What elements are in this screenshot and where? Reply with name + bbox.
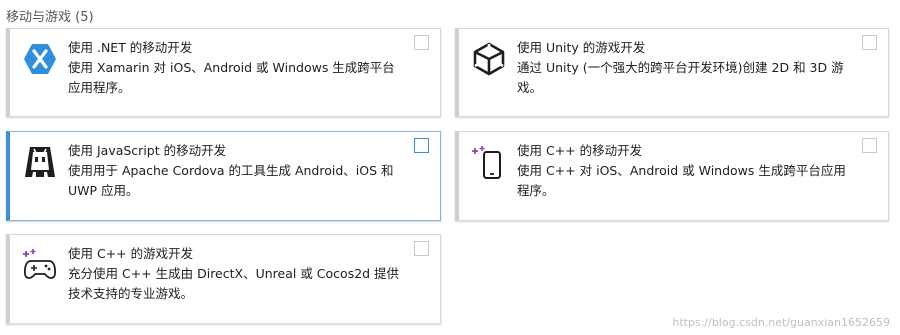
card-title: 使用 C++ 的游戏开发: [68, 246, 194, 261]
workload-checkbox[interactable]: [862, 35, 877, 50]
cordova-icon: [22, 144, 58, 180]
workload-card-unity-game[interactable]: 使用 Unity 的游戏开发 通过 Unity (一个强大的跨平台开发环境)创建…: [455, 28, 889, 117]
workload-card-cpp-game[interactable]: 使用 C++ 的游戏开发 充分使用 C++ 生成由 DirectX、Unreal…: [6, 234, 441, 324]
card-description: 通过 Unity (一个强大的跨平台开发环境)创建 2D 和 3D 游戏。: [517, 60, 844, 95]
card-description: 使用 Xamarin 对 iOS、Android 或 Windows 生成跨平台…: [68, 60, 395, 95]
workload-card-dotnet-mobile[interactable]: 使用 .NET 的移动开发 使用 Xamarin 对 iOS、Android 或…: [6, 28, 441, 117]
card-description: 使用用于 Apache Cordova 的工具生成 Android、iOS 和 …: [68, 163, 394, 198]
unity-icon: [471, 41, 507, 77]
section-title: 移动与游戏 (5): [6, 10, 94, 25]
card-title: 使用 JavaScript 的移动开发: [68, 143, 227, 158]
xamarin-icon: [22, 41, 58, 77]
workload-checkbox[interactable]: [414, 241, 429, 256]
card-description: 充分使用 C++ 生成由 DirectX、Unreal 或 Cocos2d 提供…: [68, 266, 400, 301]
card-title: 使用 .NET 的移动开发: [68, 40, 193, 55]
workload-checkbox[interactable]: [862, 138, 877, 153]
watermark: https://blog.csdn.net/guanxian1652659: [672, 316, 890, 329]
card-description: 使用 C++ 对 iOS、Android 或 Windows 生成跨平台应用程序…: [517, 163, 846, 198]
card-title: 使用 C++ 的移动开发: [517, 143, 643, 158]
gamepad-icon: [22, 247, 58, 283]
card-title: 使用 Unity 的游戏开发: [517, 40, 646, 55]
mobile-device-icon: [471, 144, 507, 180]
workload-checkbox[interactable]: [414, 138, 429, 153]
workload-card-javascript-mobile[interactable]: 使用 JavaScript 的移动开发 使用用于 Apache Cordova …: [6, 131, 441, 221]
workload-card-cpp-mobile[interactable]: 使用 C++ 的移动开发 使用 C++ 对 iOS、Android 或 Wind…: [455, 131, 889, 221]
workload-checkbox[interactable]: [414, 35, 429, 50]
